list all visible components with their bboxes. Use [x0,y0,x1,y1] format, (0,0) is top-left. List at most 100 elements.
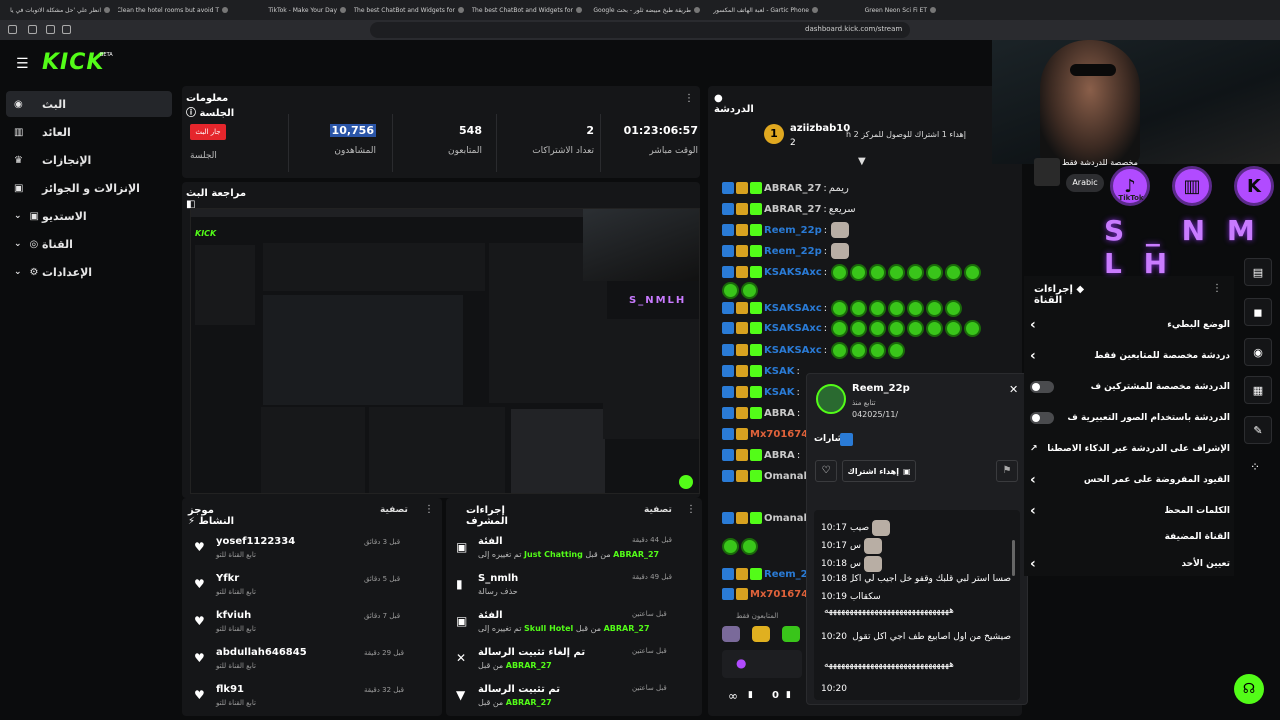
history-time: 10:19 [821,592,847,602]
sidebar-item-chart[interactable]: ▥ العائد [6,119,172,145]
chat-message[interactable]: KSAKSAxc: [722,318,1002,338]
stream-preview-video[interactable]: KICK S_NMLH [190,208,700,494]
activity-item[interactable]: ♥ yosef1122334 تابع القناة للتو قبل 3 دقائق [190,536,440,572]
browser-tab[interactable]: The best ChatBot and Widgets for [472,7,590,14]
sidebar-item-gift[interactable]: ▣ الإنزالات و الجوائز [6,175,172,201]
mod-action-item[interactable]: ▣ الفئة تم تغييره إلى Just Chatting من قبل… [452,536,698,572]
chat-message[interactable]: KSAKSAxc: [722,262,1002,282]
chevron-right-icon[interactable]: › [1030,317,1036,333]
activity-menu-icon[interactable]: ⋮ [424,504,434,515]
browser-tab[interactable]: Green Neon Sci Fi ET [826,7,944,14]
chat-message[interactable]: ABRAR_27: سريعع [722,199,1002,219]
kick-logo[interactable]: KICK [42,50,104,75]
emote[interactable] [722,626,740,642]
chat-message[interactable]: Reem_22p: [722,241,1002,261]
chat-username[interactable]: KSAKSAxc [764,323,822,334]
microphone-icon[interactable]: ● [736,656,746,670]
channel-action-item[interactable]: القناة المضيفة [1030,526,1230,548]
chevron-right-icon[interactable]: › [1030,503,1036,519]
channel-action-item[interactable]: تعيين الأحد › [1030,553,1230,575]
chat-message[interactable]: KSAKSAxc: [722,340,1002,360]
menu-icon[interactable] [8,25,17,34]
chat-message[interactable]: KSAKSAxc: [722,298,1002,318]
chat-username[interactable]: KSAK [764,387,794,398]
channel-action-item[interactable]: القيود المفروضة على عمر الحس › [1030,469,1230,491]
chat-username[interactable]: Mx701674 [750,589,808,600]
preview-webcam [583,209,699,281]
sidebar-item-channel[interactable]: ⌄ ◎ القناة [6,231,172,257]
chat-username[interactable]: Reem_22p [764,225,822,236]
toggle-switch[interactable] [1030,412,1054,424]
activity-item[interactable]: ♥ flk91 تابع القناة للتو قبل 32 دقيقة [190,684,440,720]
extensions-icon[interactable] [62,25,71,34]
wrench-icon[interactable]: ✎ [1244,416,1272,444]
channel-action-item[interactable]: الإشراف على الدردشة عبر الذكاء الاصطنا ↗ [1030,438,1230,460]
trash-icon-2[interactable]: ▮ [786,690,791,700]
chat-username[interactable]: Reem_22p [764,246,822,257]
mod-tool-icon[interactable]: ⚑ [996,460,1018,482]
channel-action-item[interactable]: الكلمات المحظ › [1030,500,1230,522]
emote[interactable] [752,626,770,642]
browser-tab[interactable]: انظر علي 'حل مشكلة الاتوبات في يا [0,7,118,14]
sidebar-item-broadcast[interactable]: ◉ البث [6,91,172,117]
chat-username[interactable]: KSAKSAxc [764,303,822,314]
browser-tab[interactable]: Gartic Phone - لعبة الهاتف المكسور [708,7,826,14]
chevron-right-icon[interactable]: › [1030,472,1036,488]
gift-sub-button[interactable]: إهداء اشتراك ▣ [842,460,916,482]
close-icon[interactable]: ✕ [1009,383,1018,396]
mod-menu-icon[interactable]: ⋮ [686,504,696,515]
sidebar-item-gear[interactable]: ⌄ ⚙ الإعدادات [6,259,172,285]
chat-input[interactable] [722,650,802,678]
mod-action-item[interactable]: ✕ تم إلغاء تثبيت الرسالة من قبل ABRAR_27 قب… [452,647,698,683]
channel-action-item[interactable]: الدردشة مخصصة للمشتركين ف [1030,376,1230,398]
chat-username[interactable]: KSAKSAxc [764,345,822,356]
mod-action-item[interactable]: ▮ S_nmlh حذف رسالة قبل 49 دقيقة [452,573,698,609]
collapse-pin-icon[interactable]: ▼ [858,156,866,167]
activity-item[interactable]: ♥ kfviuh تابع القناة للتو قبل 7 دقائق [190,610,440,646]
channel-action-item[interactable]: الدردشة باستخدام الصور التعبيرية ف [1030,407,1230,429]
channel-action-item[interactable]: دردشة مخصصة للمتابعين فقط › [1030,345,1230,367]
activity-item[interactable]: ♥ Yfkr تابع القناة للتو قبل 5 دقائق [190,573,440,609]
more-tools-icon[interactable]: ⁘ [1250,460,1260,474]
layout-icon[interactable]: ▦ [1244,376,1272,404]
history-scrollbar[interactable] [1012,540,1015,576]
chat-username[interactable]: ABRAR_27 [764,204,821,215]
chat-username[interactable]: ABRA [764,450,795,461]
activity-filter-button[interactable]: تصفية [380,505,408,515]
browser-tab[interactable]: The best ChatBot and Widgets for [354,7,472,14]
chevron-right-icon[interactable]: › [1030,556,1036,572]
mod-action-item[interactable]: ▼ تم تثبيت الرسالة من قبل ABRAR_27 قبل ساعت… [452,684,698,720]
hamburger-menu-icon[interactable]: ☰ [16,56,29,72]
activity-item[interactable]: ♥ abdullah646845 تابع القناة للتو قبل 29 دق… [190,647,440,683]
broadcast-side-icon[interactable]: ◉ [1244,338,1272,366]
sidebar-item-studio[interactable]: ⌄ ▣ الاستديو [6,203,172,229]
chat-username[interactable]: Mx701674 [750,429,808,440]
mod-filter-button[interactable]: تصفية [644,505,672,515]
chat-message[interactable]: Reem_22p: [722,220,1002,240]
external-link-icon[interactable]: ↗ [1030,444,1038,454]
mod-action-item[interactable]: ▣ الفئة تم تغييره إلى Skull Hotel من قبل A… [452,610,698,646]
chevron-right-icon[interactable]: › [1030,348,1036,364]
infinity-icon[interactable]: ∞ [728,689,738,703]
sidebar-item-trophy[interactable]: ♛ الإنجازات [6,147,172,173]
tab-favicon-icon [812,7,818,13]
trash-icon[interactable]: ▮ [748,690,753,700]
chat-icon[interactable]: ◼ [1244,298,1272,326]
chat-username[interactable]: ABRA [764,408,795,419]
browser-tab[interactable]: Clean the hotel rooms but avoid T [118,7,236,14]
heart-follow-button[interactable]: ♡ [815,460,837,482]
browser-tab[interactable]: TikTok - Make Your Day [236,7,354,14]
chat-username[interactable]: KSAKSAxc [764,267,822,278]
support-headset-icon[interactable]: ☊ [1234,674,1264,704]
channel-action-item[interactable]: الوضع البطيء › [1030,314,1230,336]
toggle-switch[interactable] [1030,381,1054,393]
emote[interactable] [782,626,800,642]
browser-tab[interactable]: طريقة طبخ مبيضه ثلور - بحث Google [590,7,708,14]
session-menu-icon[interactable]: ⋮ [684,93,694,104]
chat-message[interactable]: ABRAR_27: ريمم [722,178,1002,198]
chat-username[interactable]: ABRAR_27 [764,183,821,194]
tabs-icon[interactable] [46,25,55,34]
channel-actions-menu-icon[interactable]: ⋮ [1212,283,1222,294]
chat-username[interactable]: KSAK [764,366,794,377]
history-icon[interactable] [28,25,37,34]
